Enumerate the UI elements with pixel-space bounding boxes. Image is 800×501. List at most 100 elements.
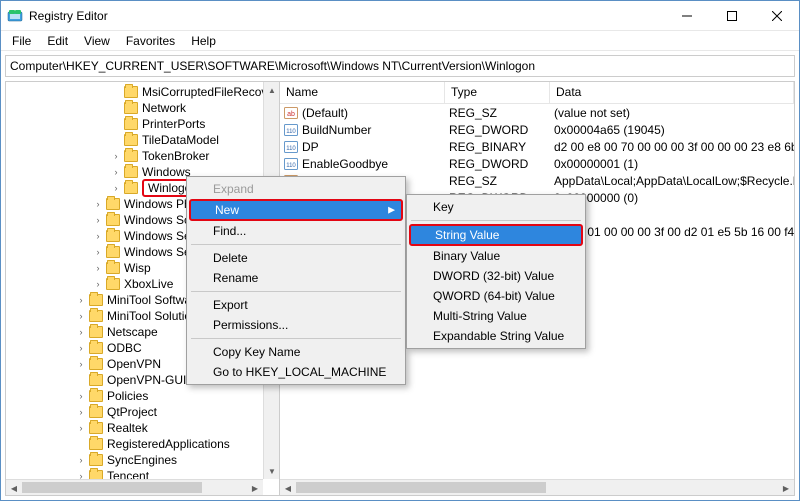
expand-collapse-icon[interactable]: › [75, 422, 87, 434]
expand-collapse-icon[interactable]: › [92, 262, 104, 274]
tree-item[interactable]: ›Realtek [6, 420, 279, 436]
ctx-new-label: New [215, 203, 239, 217]
close-button[interactable] [754, 1, 799, 30]
folder-icon [106, 198, 120, 210]
expand-collapse-icon[interactable]: › [92, 198, 104, 210]
separator [411, 220, 581, 221]
tree-item-label: Netscape [107, 325, 158, 339]
tree-item-label: OpenVPN [107, 357, 161, 371]
expand-collapse-icon[interactable]: › [75, 342, 87, 354]
scroll-left-icon[interactable]: ◀ [6, 480, 22, 496]
menu-edit[interactable]: Edit [40, 33, 75, 49]
ctx-rename[interactable]: Rename [189, 268, 403, 288]
ctx-permissions[interactable]: Permissions... [189, 315, 403, 335]
svg-text:110: 110 [286, 146, 296, 152]
ctx-copy-key[interactable]: Copy Key Name [189, 342, 403, 362]
tree-item[interactable]: RegisteredApplications [6, 436, 279, 452]
ctx-expand[interactable]: Expand [189, 179, 403, 199]
col-type[interactable]: Type [445, 82, 550, 103]
scroll-thumb[interactable] [296, 482, 546, 493]
menu-help[interactable]: Help [184, 33, 223, 49]
list-scroll-h[interactable]: ◀ ▶ [280, 479, 794, 495]
folder-icon [89, 310, 103, 322]
ctx-export[interactable]: Export [189, 295, 403, 315]
value-row[interactable]: 110EnableGoodbyeREG_DWORD0x00000001 (1) [280, 155, 794, 172]
folder-icon [89, 454, 103, 466]
expand-collapse-icon[interactable]: › [75, 326, 87, 338]
maximize-button[interactable] [709, 1, 754, 30]
ctx-new-string[interactable]: String Value [409, 224, 583, 246]
expand-collapse-icon[interactable]: › [92, 278, 104, 290]
expand-collapse-icon[interactable]: › [75, 390, 87, 402]
folder-icon [89, 422, 103, 434]
ctx-delete[interactable]: Delete [189, 248, 403, 268]
expand-collapse-icon[interactable]: › [75, 454, 87, 466]
value-data: (value not set) [554, 106, 794, 120]
tree-item[interactable]: Network [6, 100, 279, 116]
folder-icon [124, 166, 138, 178]
value-name: DP [302, 140, 319, 154]
ctx-new-multi[interactable]: Multi-String Value [409, 306, 583, 326]
folder-icon [89, 358, 103, 370]
expand-collapse-icon[interactable]: › [92, 230, 104, 242]
folder-icon [124, 86, 138, 98]
value-data: 0x00004a65 (19045) [554, 123, 794, 137]
expand-collapse-icon [110, 134, 122, 146]
value-row[interactable]: 110BuildNumberREG_DWORD0x00004a65 (19045… [280, 121, 794, 138]
tree-item-label: ODBC [107, 341, 142, 355]
address-bar[interactable]: Computer\HKEY_CURRENT_USER\SOFTWARE\Micr… [5, 55, 795, 77]
tree-item[interactable]: ›SyncEngines [6, 452, 279, 468]
menu-favorites[interactable]: Favorites [119, 33, 182, 49]
expand-collapse-icon[interactable]: › [75, 310, 87, 322]
tree-item-label: Wisp [124, 261, 151, 275]
scroll-right-icon[interactable]: ▶ [247, 480, 263, 496]
ctx-find[interactable]: Find... [189, 221, 403, 241]
expand-collapse-icon[interactable]: › [75, 406, 87, 418]
expand-collapse-icon[interactable]: › [110, 166, 122, 178]
tree-item[interactable]: › Policies [6, 388, 279, 404]
tree-item[interactable]: ›QtProject [6, 404, 279, 420]
folder-icon [89, 374, 103, 386]
ctx-goto-hklm[interactable]: Go to HKEY_LOCAL_MACHINE [189, 362, 403, 382]
minimize-button[interactable] [664, 1, 709, 30]
folder-icon [124, 182, 138, 194]
expand-collapse-icon[interactable]: › [75, 294, 87, 306]
expand-collapse-icon[interactable]: › [92, 246, 104, 258]
scroll-right-icon[interactable]: ▶ [778, 480, 794, 496]
expand-collapse-icon[interactable]: › [75, 358, 87, 370]
expand-collapse-icon[interactable]: › [110, 182, 122, 194]
separator [191, 291, 401, 292]
tree-item-label: TileDataModel [142, 133, 219, 147]
scroll-down-icon[interactable]: ▼ [264, 463, 280, 479]
tree-item[interactable]: MsiCorruptedFileRecovery [6, 84, 279, 100]
ctx-new-expandable[interactable]: Expandable String Value [409, 326, 583, 346]
ctx-new-binary[interactable]: Binary Value [409, 246, 583, 266]
tree-item-label: Policies [107, 389, 148, 403]
binary-value-icon: 110 [284, 140, 298, 154]
scroll-thumb[interactable] [22, 482, 202, 493]
menu-view[interactable]: View [77, 33, 117, 49]
ctx-new-key[interactable]: Key [409, 197, 583, 217]
col-data[interactable]: Data [550, 82, 794, 103]
svg-text:ab: ab [287, 111, 295, 118]
value-name: EnableGoodbye [302, 157, 388, 171]
ctx-new-dword[interactable]: DWORD (32-bit) Value [409, 266, 583, 286]
value-row[interactable]: 110DPREG_BINARYd2 00 e8 00 70 00 00 00 3… [280, 138, 794, 155]
window-title: Registry Editor [29, 9, 108, 23]
expand-collapse-icon [75, 374, 87, 386]
expand-collapse-icon [110, 86, 122, 98]
tree-item[interactable]: TileDataModel [6, 132, 279, 148]
tree-scroll-h[interactable]: ◀ ▶ [6, 479, 263, 495]
expand-collapse-icon[interactable]: › [110, 150, 122, 162]
scroll-up-icon[interactable]: ▲ [264, 82, 280, 98]
tree-item[interactable]: ›TokenBroker [6, 148, 279, 164]
col-name[interactable]: Name [280, 82, 445, 103]
menu-file[interactable]: File [5, 33, 38, 49]
ctx-new-qword[interactable]: QWORD (64-bit) Value [409, 286, 583, 306]
submenu-arrow-icon: ▶ [388, 205, 395, 216]
tree-item[interactable]: PrinterPorts [6, 116, 279, 132]
expand-collapse-icon[interactable]: › [92, 214, 104, 226]
ctx-new[interactable]: New ▶ [189, 199, 403, 221]
scroll-left-icon[interactable]: ◀ [280, 480, 296, 496]
value-row[interactable]: ab(Default)REG_SZ(value not set) [280, 104, 794, 121]
